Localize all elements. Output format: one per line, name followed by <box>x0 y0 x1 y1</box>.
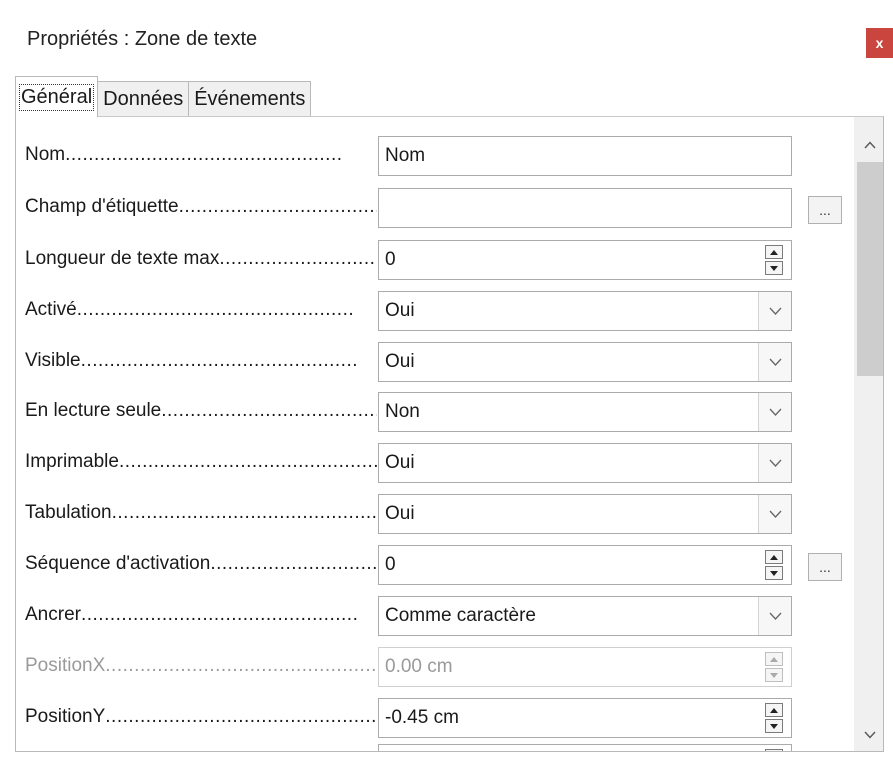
chevron-down-icon[interactable] <box>758 597 791 635</box>
tab-evenements[interactable]: Événements <box>188 81 312 117</box>
triangle-up-icon[interactable] <box>765 749 783 751</box>
triangle-down-icon[interactable] <box>765 719 783 733</box>
ancrer-select[interactable]: Comme caractère <box>378 596 792 636</box>
vertical-scrollbar[interactable] <box>854 117 883 751</box>
triangle-up-icon[interactable] <box>765 652 783 666</box>
property-row-active: Activé..................................… <box>16 288 856 332</box>
property-label: Séquence d'activation...................… <box>25 553 377 574</box>
scrollbar-thumb[interactable] <box>857 162 883 376</box>
property-row-visible: Visible.................................… <box>16 339 856 383</box>
etiquette-input[interactable] <box>378 188 792 228</box>
property-row-imprimable: Imprimable..............................… <box>16 440 856 484</box>
triangle-up-icon[interactable] <box>765 245 783 259</box>
longueur-stepper[interactable]: 0 <box>378 240 792 280</box>
tab-bar: Général Données Événements <box>15 76 312 117</box>
property-label: PositionX...............................… <box>25 655 377 676</box>
property-row-lecture-seule: En lecture seule........................… <box>16 389 856 433</box>
property-row-longueur: Longueur de texte max...................… <box>16 237 856 281</box>
tab-general[interactable]: Général <box>15 76 99 117</box>
triangle-down-icon[interactable] <box>765 566 783 580</box>
chevron-down-icon[interactable] <box>758 292 791 330</box>
triangle-up-icon[interactable] <box>765 703 783 717</box>
close-button[interactable]: x <box>866 28 893 58</box>
property-label: Imprimable..............................… <box>25 451 377 472</box>
window-title: Propriétés : Zone de texte <box>27 28 258 50</box>
stepper-buttons <box>765 652 783 682</box>
property-label: Champ d'étiquette.......................… <box>25 196 377 217</box>
property-row-positiony: PositionY...............................… <box>16 695 856 739</box>
triangle-down-icon[interactable] <box>765 668 783 682</box>
property-label: PositionY...............................… <box>25 706 377 727</box>
stepper-buttons <box>765 550 783 580</box>
property-label: Visible.................................… <box>25 350 359 371</box>
partial-stepper[interactable] <box>378 744 792 751</box>
tab-donnees[interactable]: Données <box>97 81 190 117</box>
lecture-seule-select[interactable]: Non <box>378 392 792 432</box>
stepper-buttons <box>765 749 783 751</box>
property-row-etiquette: Champ d'étiquette.......................… <box>16 185 856 229</box>
properties-panel: Nom.....................................… <box>15 116 884 752</box>
tabulation-select[interactable]: Oui <box>378 494 792 534</box>
nom-input[interactable]: Nom <box>378 136 792 176</box>
property-label: Tabulation..............................… <box>25 502 377 523</box>
property-row-sequence: Séquence d'activation...................… <box>16 542 856 586</box>
property-label: Ancrer..................................… <box>25 604 359 625</box>
property-row-ancrer: Ancrer..................................… <box>16 593 856 637</box>
property-row-partial <box>16 741 856 751</box>
property-label: Nom.....................................… <box>25 144 343 165</box>
etiquette-browse-button[interactable]: ... <box>808 196 842 224</box>
property-row-tabulation: Tabulation..............................… <box>16 491 856 535</box>
imprimable-select[interactable]: Oui <box>378 443 792 483</box>
stepper-buttons <box>765 703 783 733</box>
property-label: Activé..................................… <box>25 299 355 320</box>
title-bar: Propriétés : Zone de texte x <box>0 0 893 70</box>
sequence-stepper[interactable]: 0 <box>378 545 792 585</box>
chevron-down-icon[interactable] <box>758 343 791 381</box>
sequence-browse-button[interactable]: ... <box>808 553 842 581</box>
triangle-up-icon[interactable] <box>765 550 783 564</box>
close-icon: x <box>875 35 884 51</box>
chevron-down-icon[interactable] <box>758 495 791 533</box>
positiony-stepper[interactable]: -0.45 cm <box>378 698 792 738</box>
positionx-stepper[interactable]: 0.00 cm <box>378 647 792 687</box>
property-label: En lecture seule........................… <box>25 400 377 421</box>
chevron-up-icon[interactable] <box>854 125 883 165</box>
chevron-down-icon[interactable] <box>854 715 883 751</box>
property-row-positionx: PositionX...............................… <box>16 644 856 688</box>
chevron-down-icon[interactable] <box>758 444 791 482</box>
active-select[interactable]: Oui <box>378 291 792 331</box>
property-row-nom: Nom.....................................… <box>16 133 856 177</box>
visible-select[interactable]: Oui <box>378 342 792 382</box>
chevron-down-icon[interactable] <box>758 393 791 431</box>
triangle-down-icon[interactable] <box>765 261 783 275</box>
property-label: Longueur de texte max...................… <box>25 248 377 269</box>
stepper-buttons <box>765 245 783 275</box>
